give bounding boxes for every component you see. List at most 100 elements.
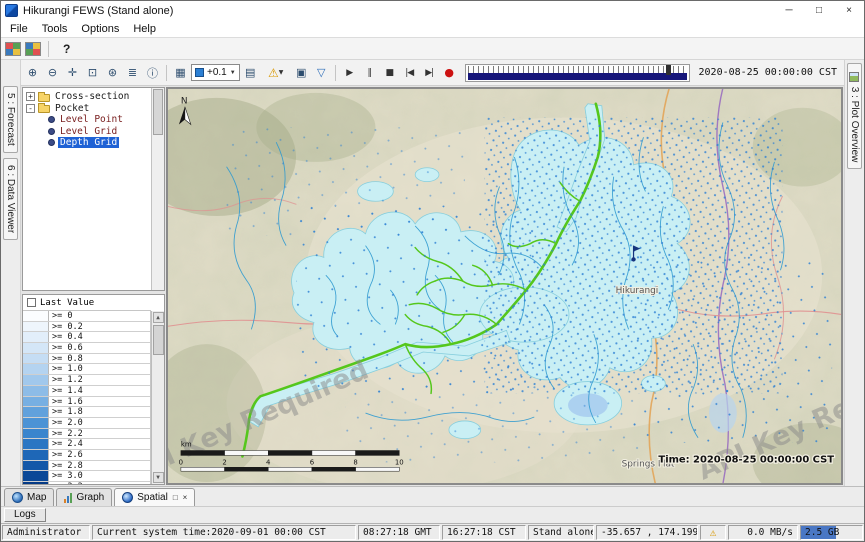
right-tab-strip: 3 : Plot Overview (844, 60, 864, 486)
title-bar[interactable]: Hikurangi FEWS (Stand alone) ─ □ × (1, 1, 864, 20)
tree-item-pocket[interactable]: - Pocket (26, 103, 149, 115)
panel-close-icon[interactable]: × (183, 493, 188, 502)
pause-icon: ‖ (367, 68, 371, 78)
animation-button[interactable]: ▣ (292, 63, 311, 82)
zoom-in-button[interactable]: ⊕ (23, 63, 42, 82)
warning-icon: ⚠ (710, 526, 717, 539)
zoom-out-icon: ⊖ (48, 66, 57, 79)
menu-file[interactable]: File (4, 22, 34, 36)
threshold-warning-select[interactable]: ⚠ ▼ (261, 63, 291, 82)
play-button[interactable]: ▶ (340, 63, 359, 82)
status-warning-cell[interactable]: ⚠ (700, 525, 726, 540)
tree-item-label: Level Grid (58, 126, 119, 137)
tree-item-level-grid[interactable]: Level Grid (48, 126, 149, 138)
node-icon (48, 139, 55, 146)
legend-swatch (23, 364, 49, 374)
zoom-box-button[interactable]: ⊡ (83, 63, 102, 82)
scroll-down-icon[interactable]: ▼ (153, 472, 164, 483)
minimize-button[interactable]: ─ (774, 1, 804, 20)
legend-row: >= 2.2 (23, 429, 150, 440)
skip-end-button[interactable]: ▶| (420, 63, 439, 82)
explorer-panel: + Cross-section - Pocket Level Point (21, 86, 166, 486)
profile-button[interactable]: ▤ (241, 63, 260, 82)
zoom-full-extent-button[interactable]: ⊛ (103, 63, 122, 82)
tab-map[interactable]: Map (4, 488, 54, 506)
tree-scrollbar[interactable] (151, 88, 164, 290)
tree-item-level-point[interactable]: Level Point (48, 114, 149, 126)
legend-row: >= 2.6 (23, 450, 150, 461)
map-canvas[interactable]: API Key Required API Key Required Hikura… (167, 88, 842, 484)
scale-tick: 6 (310, 458, 314, 466)
legend-row: >= 1.4 (23, 386, 150, 397)
warning-icon: ⚠ (268, 66, 279, 80)
last-value-label: Last Value (40, 298, 94, 308)
close-button[interactable]: × (834, 1, 864, 20)
tree-scrollbar-thumb[interactable] (153, 89, 163, 135)
tree-item-depth-grid[interactable]: Depth Grid (48, 137, 149, 149)
expand-toggle-icon[interactable]: + (26, 92, 35, 101)
app-icon (5, 4, 18, 17)
pan-button[interactable]: ✛ (63, 63, 82, 82)
layers-icon: ≣ (128, 66, 137, 79)
last-value-checkbox[interactable] (27, 298, 36, 307)
timeline-handle[interactable] (666, 65, 671, 75)
panel-maximize-icon[interactable]: □ (173, 493, 178, 502)
menu-tools[interactable]: Tools (36, 22, 74, 36)
legend-scrollbar-thumb[interactable] (153, 325, 164, 355)
tab-graph[interactable]: Graph (56, 488, 112, 506)
legend-label: >= 0.4 (49, 332, 86, 342)
collapse-toggle-icon[interactable]: - (26, 104, 35, 113)
zoom-out-button[interactable]: ⊖ (43, 63, 62, 82)
legend-label: >= 2.8 (49, 461, 86, 471)
skip-start-button[interactable]: |◀ (400, 63, 419, 82)
maximize-button[interactable]: □ (804, 1, 834, 20)
menu-options[interactable]: Options (75, 22, 125, 36)
layers-button[interactable]: ≣ (123, 63, 142, 82)
menu-help[interactable]: Help (127, 22, 162, 36)
tree-item-label: Cross-section (53, 91, 131, 102)
legend-swatch (23, 461, 49, 471)
help-button[interactable]: ? (56, 40, 74, 58)
tab-spatial[interactable]: Spatial □ × (114, 488, 195, 506)
timeline-slider[interactable] (465, 64, 690, 82)
play-icon: ▶ (346, 68, 352, 78)
info-button[interactable]: ⓘ (143, 63, 162, 82)
stop-icon: ■ (385, 68, 393, 78)
scale-tick: 0 (179, 458, 183, 466)
stop-button[interactable]: ■ (380, 63, 399, 82)
sample-button[interactable]: ▽ (312, 63, 331, 82)
legend-label: >= 2.0 (49, 418, 86, 428)
record-button[interactable]: ● (440, 63, 459, 82)
pause-button[interactable]: ‖ (360, 63, 379, 82)
tree-item-cross-section[interactable]: + Cross-section (26, 91, 149, 103)
toolbar-separator (335, 65, 336, 81)
legend-scrollbar[interactable]: ▲ ▼ (151, 311, 164, 484)
grid-offset-select[interactable]: +0.1 ▼ (191, 64, 240, 81)
timeline-datetime: 2020-08-25 00:00:00 CST (696, 67, 840, 78)
window-controls: ─ □ × (774, 1, 864, 20)
tree-item-label: Level Point (58, 114, 125, 125)
legend-table: >= 0 >= 0.2 >= 0.4 >= 0.6 >= 0.8 >= 1.0 … (23, 310, 151, 484)
grid-display-button[interactable]: ▦ (171, 63, 190, 82)
tab-data-viewer[interactable]: 6 : Data Viewer (3, 158, 18, 240)
memory-label: 2.5 GB (805, 527, 839, 538)
status-download-rate: 0.0 MB/s (728, 525, 798, 540)
tab-plot-overview[interactable]: 3 : Plot Overview (847, 63, 862, 169)
explorer-display-icon[interactable] (5, 42, 21, 56)
database-display-icon[interactable] (25, 42, 41, 56)
legend-label: >= 0.8 (49, 354, 86, 364)
scroll-up-icon[interactable]: ▲ (153, 312, 164, 323)
logs-button[interactable]: Logs (4, 508, 46, 522)
scale-unit-label: km (181, 441, 192, 449)
status-system-time: Current system time:2020-09-01 00:00 CST (92, 525, 356, 540)
globe-icon (12, 492, 23, 503)
toolbar-separator (166, 65, 167, 81)
node-icon (48, 128, 55, 135)
toolbar-separator (48, 41, 49, 57)
legend-row: >= 2.0 (23, 418, 150, 429)
tree-item-label-selected: Depth Grid (58, 137, 119, 148)
legend-swatch (23, 397, 49, 407)
map-panel: API Key Required API Key Required Hikura… (166, 87, 843, 485)
tab-forecast[interactable]: 5 : Forecast (3, 86, 18, 153)
status-bar: Administrator Current system time:2020-0… (1, 523, 864, 541)
